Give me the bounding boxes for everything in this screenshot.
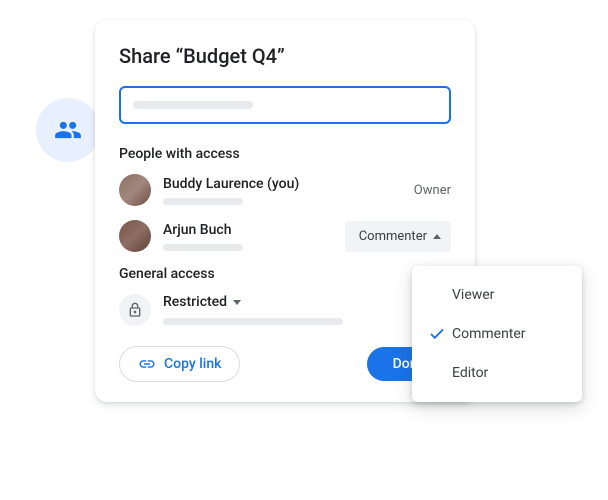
owner-label: Owner [414,183,451,198]
people-icon [54,116,82,144]
people-decorative-badge [36,98,100,162]
avatar [119,220,151,252]
dialog-title: Share “Budget Q4” [119,44,451,68]
person-row-owner: Buddy Laurence (you) Owner [119,174,451,206]
access-level-dropdown[interactable]: Restricted [163,294,451,310]
general-access-info: Restricted [163,294,451,325]
role-dropdown-button[interactable]: Commenter [345,221,451,252]
role-dropdown-label: Commenter [359,229,427,244]
dropdown-option-label: Viewer [452,287,494,303]
check-icon [428,325,446,343]
role-dropdown-menu: Viewer Commenter Editor [412,266,582,402]
chevron-up-icon [433,234,441,239]
person-info: Arjun Buch [163,222,345,251]
access-level-label: Restricted [163,294,227,310]
dropdown-option-label: Editor [452,365,488,381]
dropdown-option-commenter[interactable]: Commenter [412,314,582,354]
link-icon [138,355,156,373]
person-name: Buddy Laurence (you) [163,176,414,192]
person-row-collaborator: Arjun Buch Commenter [119,220,451,252]
dialog-footer: Copy link Done [119,346,451,382]
chevron-down-icon [233,300,241,305]
add-people-input[interactable] [119,86,451,124]
person-email-skeleton [163,198,243,205]
input-placeholder-skeleton [133,101,253,109]
general-access-row: Restricted [119,294,451,326]
dropdown-option-viewer[interactable]: Viewer [412,276,582,314]
avatar [119,174,151,206]
dropdown-option-editor[interactable]: Editor [412,354,582,392]
lock-icon-container [119,294,151,326]
copy-link-label: Copy link [164,356,221,372]
person-name: Arjun Buch [163,222,345,238]
people-with-access-header: People with access [119,146,451,162]
lock-icon [127,302,143,318]
person-email-skeleton [163,244,243,251]
dropdown-option-label: Commenter [452,326,526,342]
copy-link-button[interactable]: Copy link [119,346,240,382]
check-slot [428,325,452,343]
general-access-header: General access [119,266,451,282]
person-info: Buddy Laurence (you) [163,176,414,205]
access-description-skeleton [163,318,343,325]
